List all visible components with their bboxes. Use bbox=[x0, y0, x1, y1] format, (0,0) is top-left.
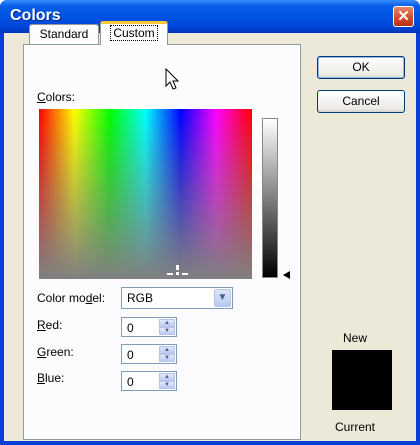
current-color-label: Current bbox=[335, 420, 376, 434]
blue-up-icon[interactable]: ▲ bbox=[159, 373, 175, 381]
blue-value[interactable]: 0 bbox=[127, 375, 134, 389]
cancel-button[interactable]: Cancel bbox=[317, 90, 405, 113]
green-label: Green: bbox=[37, 345, 74, 359]
tab-custom[interactable]: Custom bbox=[100, 21, 168, 45]
red-spinner[interactable]: 0 ▲ ▼ bbox=[121, 317, 177, 337]
luminance-slider[interactable] bbox=[262, 118, 278, 278]
color-model-select[interactable]: RGB ▼ bbox=[121, 287, 233, 309]
color-model-value: RGB bbox=[127, 291, 154, 305]
luminance-arrow-icon[interactable] bbox=[283, 271, 290, 279]
tab-custom-label: Custom bbox=[110, 25, 158, 41]
chevron-down-icon[interactable]: ▼ bbox=[214, 289, 231, 307]
blue-spinner[interactable]: 0 ▲ ▼ bbox=[121, 371, 177, 391]
tab-standard[interactable]: Standard bbox=[29, 24, 99, 44]
crosshair-marker bbox=[176, 265, 179, 270]
red-down-icon[interactable]: ▼ bbox=[159, 327, 175, 335]
red-value[interactable]: 0 bbox=[127, 321, 134, 335]
close-button[interactable]: ✕ bbox=[393, 6, 414, 27]
color-preview-swatch bbox=[332, 350, 392, 410]
blue-down-icon[interactable]: ▼ bbox=[159, 381, 175, 389]
close-icon: ✕ bbox=[397, 8, 410, 25]
green-value[interactable]: 0 bbox=[127, 348, 134, 362]
new-color-label: New bbox=[343, 331, 368, 345]
window-title: Colors bbox=[10, 7, 61, 24]
green-spinner[interactable]: 0 ▲ ▼ bbox=[121, 344, 177, 364]
colors-label: Colors: bbox=[37, 90, 76, 104]
ok-button[interactable]: OK bbox=[317, 56, 405, 79]
green-down-icon[interactable]: ▼ bbox=[159, 354, 175, 362]
blue-label: Blue: bbox=[37, 371, 65, 385]
red-label: Red: bbox=[37, 318, 63, 332]
green-up-icon[interactable]: ▲ bbox=[159, 346, 175, 354]
red-up-icon[interactable]: ▲ bbox=[159, 319, 175, 327]
mouse-pointer-icon bbox=[165, 68, 180, 90]
color-spectrum[interactable] bbox=[39, 109, 252, 279]
color-model-label: Color model: bbox=[37, 291, 106, 305]
